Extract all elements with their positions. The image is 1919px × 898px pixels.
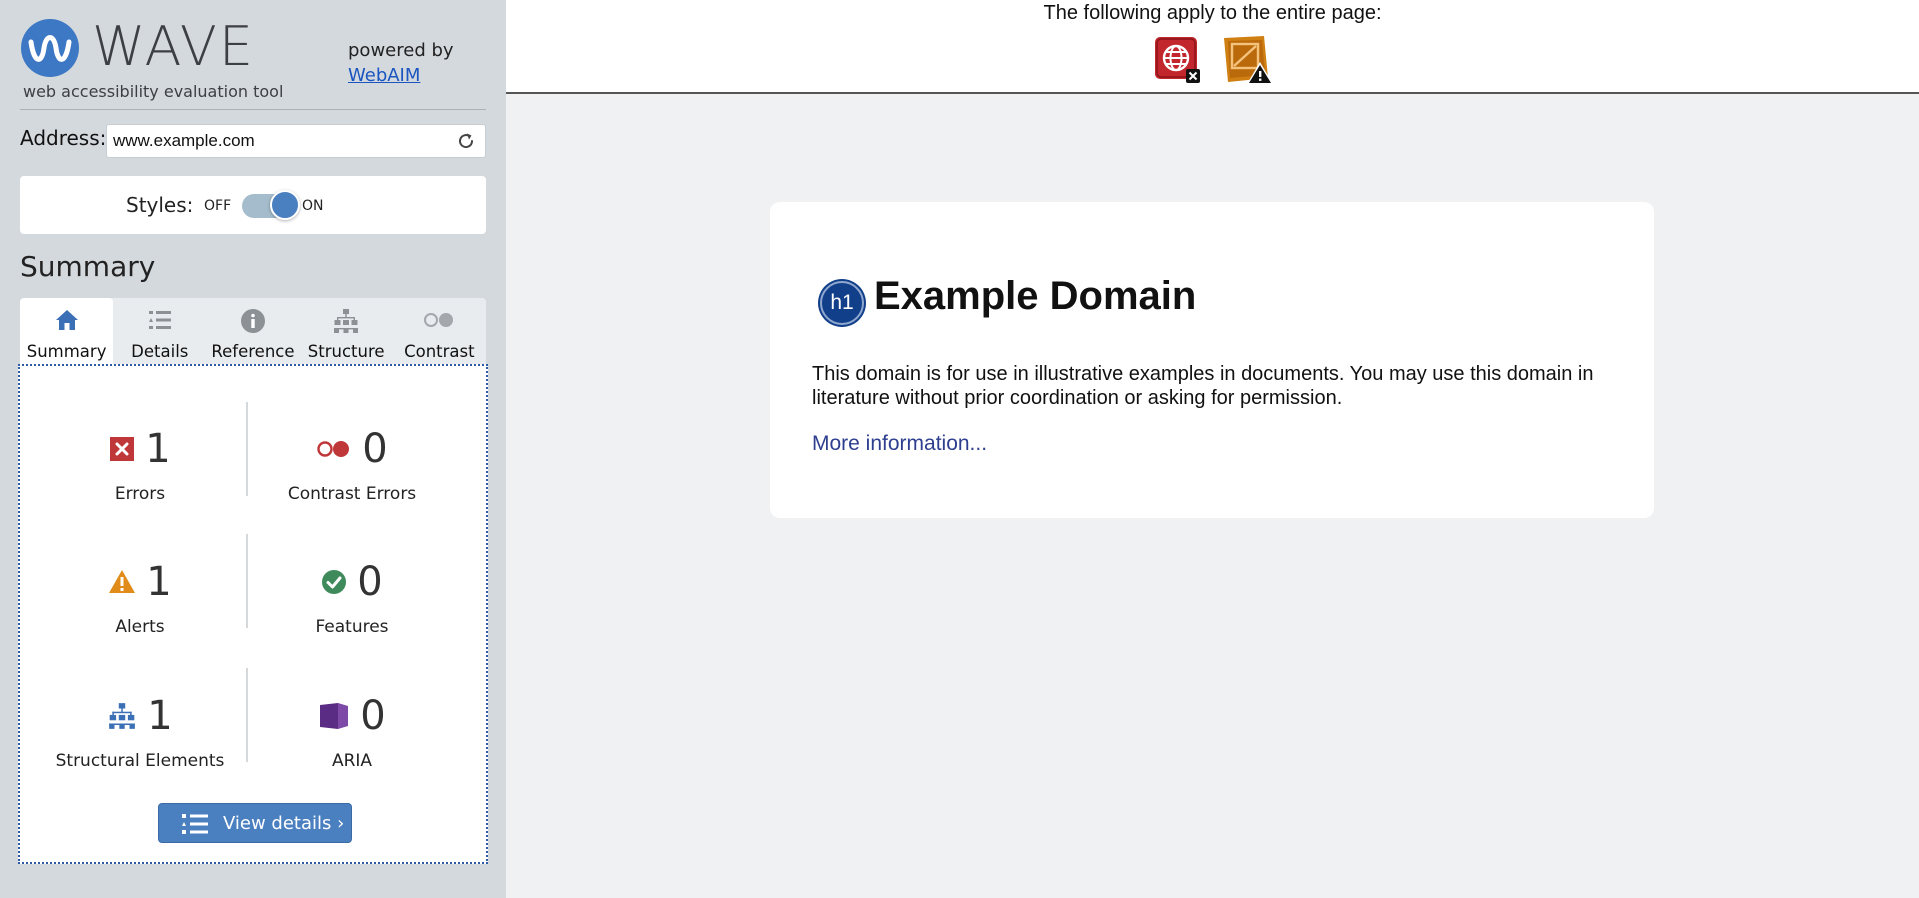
- more-information-link[interactable]: More information...: [812, 432, 987, 456]
- tab-details[interactable]: Details: [113, 298, 206, 364]
- stat-aria[interactable]: 0 ARIA: [252, 691, 452, 801]
- alert-icon: [109, 570, 136, 593]
- aria-icon: [320, 703, 349, 729]
- address-label: Address:: [20, 126, 107, 150]
- language-missing-error-icon[interactable]: [1154, 36, 1202, 84]
- error-icon: [110, 437, 135, 461]
- stat-errors[interactable]: 1 Errors: [40, 424, 240, 534]
- example-title: Example Domain: [874, 274, 1197, 318]
- refresh-icon[interactable]: [456, 131, 476, 151]
- stat-aria-row: 0: [252, 691, 452, 741]
- stat-features-count: 0: [357, 559, 383, 605]
- tab-summary[interactable]: Summary: [20, 298, 114, 364]
- summary-tabs: Summary Details Reference Structure Cont…: [20, 298, 486, 364]
- stat-divider: [246, 402, 248, 496]
- styles-box: Styles: OFF ON: [20, 176, 486, 234]
- styles-on-label: ON: [302, 198, 324, 214]
- stat-divider: [246, 668, 248, 762]
- h1-structure-badge[interactable]: h1: [820, 281, 864, 325]
- stat-structure-count: 1: [147, 693, 173, 739]
- tab-structure-label: Structure: [307, 342, 385, 361]
- stat-structural-elements[interactable]: 1 Structural Elements: [40, 691, 240, 801]
- wave-wordmark: WAVE: [92, 15, 255, 78]
- zoom-disabled-alert-icon[interactable]: [1220, 34, 1274, 86]
- view-details-button[interactable]: View details ›: [158, 803, 352, 843]
- stat-errors-label: Errors: [114, 484, 166, 504]
- info-icon: [240, 309, 265, 333]
- styles-toggle[interactable]: [242, 190, 300, 220]
- tab-reference[interactable]: Reference: [206, 298, 299, 364]
- stat-aria-count: 0: [360, 693, 386, 739]
- styles-off-label: OFF: [204, 198, 232, 214]
- stat-alerts-row: 1: [40, 557, 240, 607]
- tab-structure[interactable]: Structure: [300, 298, 393, 364]
- stat-errors-count: 1: [145, 426, 171, 472]
- list-icon: [148, 311, 171, 329]
- tab-details-label: Details: [131, 342, 189, 361]
- stat-features-label: Features: [315, 617, 389, 637]
- webaim-link[interactable]: WebAIM: [348, 65, 420, 86]
- view-details-label: View details ›: [223, 813, 345, 834]
- stat-contrast-errors[interactable]: 0 Contrast Errors: [252, 424, 452, 534]
- styles-label: Styles:: [126, 193, 194, 217]
- wave-logo-area: WAVE web accessibility evaluation tool p…: [20, 16, 486, 110]
- tab-reference-label: Reference: [211, 342, 295, 361]
- wave-tagline: web accessibility evaluation tool: [23, 82, 284, 101]
- tab-contrast-label: Contrast: [404, 342, 475, 361]
- structure-icon: [109, 703, 136, 729]
- address-input[interactable]: www.example.com: [106, 124, 486, 158]
- wave-sidebar: WAVE web accessibility evaluation tool p…: [0, 0, 506, 898]
- tab-summary-label: Summary: [26, 342, 107, 361]
- example-paragraph: This domain is for use in illustrative e…: [812, 363, 1594, 409]
- stat-contrast-count: 0: [362, 426, 388, 472]
- summary-panel: 1 Errors 0 Contrast Errors 1 Alerts 0 Fe…: [18, 364, 488, 864]
- stat-contrast-row: 0: [252, 424, 452, 474]
- contrast-error-icon: [317, 441, 350, 457]
- address-row: Address: www.example.com: [20, 122, 486, 158]
- page-level-banner: The following apply to the entire page:: [506, 0, 1919, 94]
- contrast-icon: [424, 313, 454, 327]
- evaluated-page: The following apply to the entire page:: [506, 0, 1919, 898]
- summary-heading: Summary: [20, 250, 156, 283]
- stat-divider: [246, 534, 248, 628]
- powered-by: powered by WebAIM: [348, 38, 454, 88]
- structure-icon: [334, 309, 359, 333]
- stat-features-row: 0: [252, 557, 452, 607]
- tab-contrast[interactable]: Contrast: [393, 298, 486, 364]
- stat-aria-label: ARIA: [331, 751, 373, 771]
- page-banner-text: The following apply to the entire page:: [1043, 2, 1382, 24]
- page-level-icons: [1154, 34, 1274, 86]
- stat-alerts-label: Alerts: [115, 617, 165, 637]
- stat-contrast-label: Contrast Errors: [287, 484, 417, 504]
- home-icon: [55, 310, 78, 330]
- stat-errors-row: 1: [40, 424, 240, 474]
- stat-features[interactable]: 0 Features: [252, 557, 452, 667]
- styles-toggle-knob[interactable]: [270, 190, 300, 220]
- stat-alerts[interactable]: 1 Alerts: [40, 557, 240, 667]
- stat-structure-label: Structural Elements: [55, 751, 225, 771]
- stat-alerts-count: 1: [146, 559, 172, 605]
- wave-logo-icon: [21, 19, 79, 77]
- feature-icon: [322, 570, 347, 594]
- example-domain-card: h1 Example Domain This domain is for use…: [770, 202, 1654, 518]
- list-icon: [182, 814, 208, 834]
- powered-by-label: powered by: [348, 40, 454, 61]
- stat-structure-row: 1: [40, 691, 240, 741]
